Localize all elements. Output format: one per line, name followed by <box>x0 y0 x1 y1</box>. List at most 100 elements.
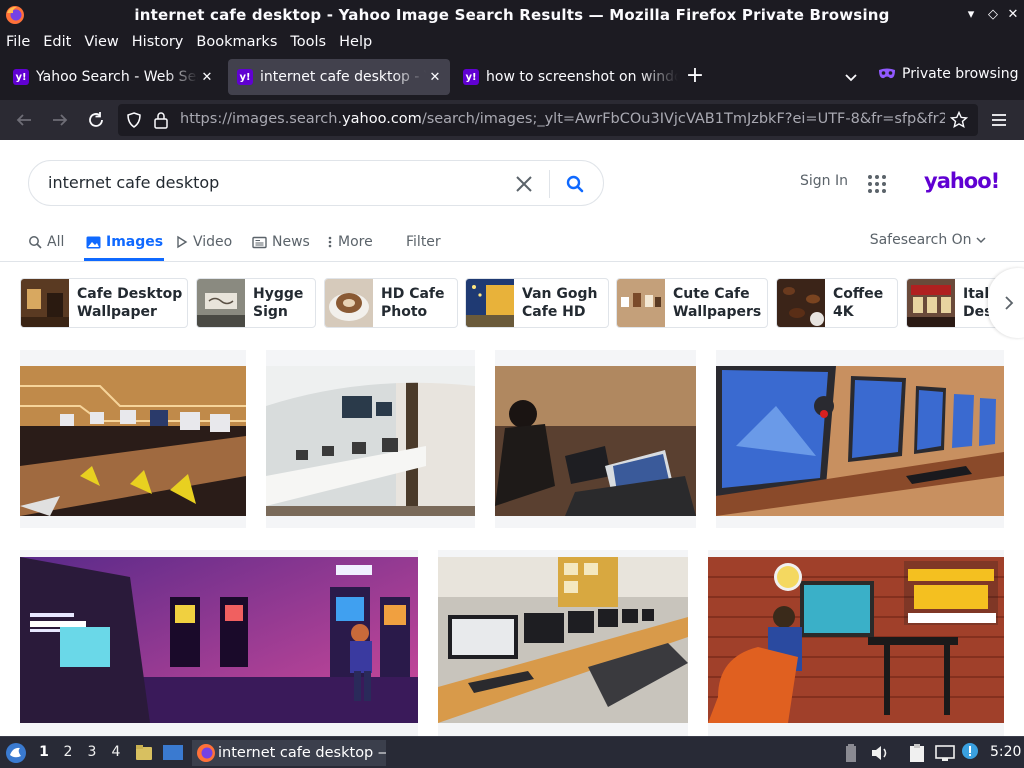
safesearch-label: Safesearch On <box>869 232 972 248</box>
tab-yahoo-search[interactable]: y! Yahoo Search - Web Search ✕ <box>4 59 222 95</box>
clear-search-icon[interactable] <box>513 173 535 195</box>
menu-view[interactable]: View <box>84 34 118 50</box>
yahoo-logo[interactable]: yahoo! <box>924 169 1000 193</box>
tab-label: internet cafe desktop - Yahoo Image Sear… <box>260 69 426 85</box>
menu-file[interactable]: File <box>6 34 30 50</box>
search-small-icon <box>29 236 42 249</box>
workspace-1[interactable]: 1 <box>34 744 54 760</box>
filter-button[interactable]: Filter <box>406 232 441 252</box>
navigation-bar: https://images.search.yahoo.com/search/i… <box>0 100 1024 140</box>
menu-tools[interactable]: Tools <box>290 34 326 50</box>
show-desktop-icon[interactable] <box>162 743 184 763</box>
chevron-down-icon[interactable] <box>843 70 859 86</box>
url-bar[interactable]: https://images.search.yahoo.com/search/i… <box>118 104 978 136</box>
image-result-gaming-pcs[interactable] <box>716 350 1004 528</box>
chevron-down-icon <box>976 237 986 244</box>
url-path: /search/images;_ylt=AwrFbCOu3IVjcVAB1TmJ… <box>421 111 945 127</box>
tab-all-label: All <box>47 234 65 250</box>
firefox-logo-icon <box>197 744 215 762</box>
start-menu-icon[interactable] <box>5 742 27 764</box>
chip-label: Coffee 4K <box>833 286 884 320</box>
image-result-computer-lab[interactable] <box>20 350 246 528</box>
menu-edit[interactable]: Edit <box>43 34 71 50</box>
play-icon <box>177 235 188 249</box>
clock[interactable]: 5:20 <box>990 744 1021 760</box>
update-notification-icon[interactable] <box>960 741 980 763</box>
clipboard-icon[interactable] <box>906 742 928 764</box>
back-arrow-icon[interactable] <box>13 109 35 131</box>
sign-in-link[interactable]: Sign In <box>800 173 848 189</box>
safesearch-dropdown[interactable]: Safesearch On <box>870 232 986 248</box>
tab-close-button[interactable]: ✕ <box>198 70 216 85</box>
chip-cute-cafe-wallpapers[interactable]: Cute Cafe Wallpapers <box>616 278 768 328</box>
firefox-logo-icon <box>6 6 24 24</box>
search-icon[interactable] <box>565 174 585 194</box>
chip-thumbnail <box>777 279 825 327</box>
tab-video-label: Video <box>193 234 233 250</box>
image-result-arcade-glory-days[interactable] <box>20 550 418 736</box>
private-mask-icon <box>879 68 895 79</box>
tracking-shield-icon[interactable] <box>126 112 142 128</box>
chip-hygge-sign[interactable]: Hygge Sign <box>196 278 316 328</box>
search-input[interactable] <box>48 173 508 192</box>
tab-more[interactable]: More <box>327 232 373 252</box>
menu-help[interactable]: Help <box>339 34 372 50</box>
search-box[interactable] <box>28 160 604 206</box>
apps-grid-icon[interactable] <box>867 174 887 194</box>
yahoo-favicon-icon: y! <box>463 69 479 85</box>
lock-icon[interactable] <box>153 111 169 129</box>
menu-history[interactable]: History <box>132 34 184 50</box>
close-window-button[interactable]: ✕ <box>1004 6 1022 24</box>
network-icon[interactable] <box>934 743 956 763</box>
more-dots-icon <box>328 236 332 248</box>
image-icon <box>86 236 101 248</box>
tab-images[interactable]: Images <box>86 232 163 252</box>
image-result-pc-rows[interactable] <box>438 550 688 736</box>
chip-hd-cafe-photo[interactable]: HD Cafe Photo <box>324 278 458 328</box>
minimize-button[interactable]: ▾ <box>962 6 980 24</box>
taskbar-task-label: internet cafe desktop — Mozilla Firefox <box>218 745 386 761</box>
workspace-2[interactable]: 2 <box>58 744 78 760</box>
tab-video[interactable]: Video <box>176 232 232 252</box>
page-content: Sign In yahoo! All Images V <box>0 140 1024 736</box>
chip-label: Cafe Desktop Wallpaper <box>77 286 183 320</box>
workspace-3[interactable]: 3 <box>82 744 102 760</box>
window-titlebar: internet cafe desktop - Yahoo Image Sear… <box>0 0 1024 30</box>
volume-icon[interactable] <box>870 743 890 763</box>
filter-label: Filter <box>406 234 441 250</box>
chip-thumbnail <box>21 279 69 327</box>
image-result-laptop-cafe[interactable] <box>495 350 696 528</box>
tab-close-button[interactable]: ✕ <box>426 70 444 85</box>
chip-coffee-4k[interactable]: Coffee 4K <box>776 278 898 328</box>
new-tab-button[interactable]: + <box>684 65 706 88</box>
menu-bookmarks[interactable]: Bookmarks <box>196 34 277 50</box>
taskbar-firefox-window[interactable]: internet cafe desktop — Mozilla Firefox <box>192 740 386 766</box>
restore-button[interactable]: ◇ <box>984 6 1002 24</box>
chip-thumbnail <box>325 279 373 327</box>
image-result-thumbnail <box>438 557 688 723</box>
news-icon <box>252 236 267 248</box>
chip-van-gogh-cafe-hd[interactable]: Van Gogh Cafe HD <box>465 278 609 328</box>
tab-more-label: More <box>338 234 373 250</box>
tab-internet-cafe-desktop[interactable]: y! internet cafe desktop - Yahoo Image S… <box>228 59 450 95</box>
chip-label: HD Cafe Photo <box>381 286 445 320</box>
image-result-modern-cafe-desks[interactable] <box>266 350 475 528</box>
chip-cafe-desktop-wallpaper[interactable]: Cafe Desktop Wallpaper <box>20 278 188 328</box>
file-manager-icon[interactable] <box>134 743 154 763</box>
hamburger-menu-icon[interactable] <box>990 111 1008 129</box>
image-result-internet-cafe-simulator[interactable] <box>708 550 1004 736</box>
forward-arrow-icon[interactable] <box>49 109 71 131</box>
bookmark-star-icon[interactable] <box>950 111 968 129</box>
tab-news[interactable]: News <box>252 232 310 252</box>
url-text[interactable]: https://images.search.yahoo.com/search/i… <box>180 111 945 127</box>
workspace-4[interactable]: 4 <box>106 744 126 760</box>
tab-how-to-screenshot[interactable]: y! how to screenshot on windows - Yahoo … <box>454 59 678 95</box>
chip-label: Cute Cafe Wallpapers <box>673 286 762 320</box>
image-result-thumbnail <box>266 366 475 516</box>
tab-label: Yahoo Search - Web Search <box>36 69 198 85</box>
battery-icon[interactable] <box>844 743 858 763</box>
image-result-thumbnail <box>716 366 1004 516</box>
reload-icon[interactable] <box>85 109 107 131</box>
tab-all[interactable]: All <box>28 232 64 252</box>
tab-images-label: Images <box>106 234 164 250</box>
